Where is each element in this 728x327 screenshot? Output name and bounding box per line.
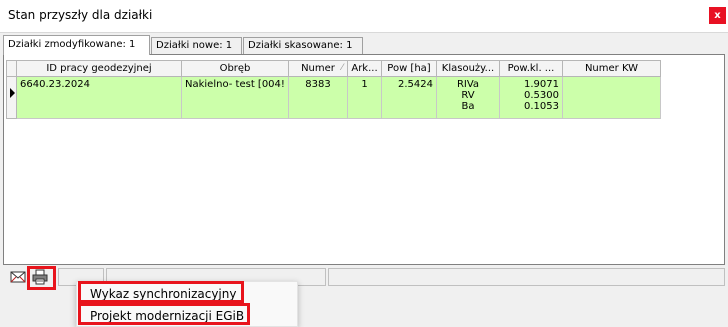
envelope-icon (10, 271, 26, 283)
tab-dzialki-zmodyfikowane[interactable]: Działki zmodyfikowane: 1 (3, 35, 150, 55)
print-context-menu: Wykaz synchronizacyjny Projekt moderniza… (76, 281, 298, 327)
pow-kl-value: 0.1053 (524, 101, 559, 112)
klasouzytek-value: RV (461, 90, 475, 101)
tab-dzialki-nowe[interactable]: Działki nowe: 1 (151, 37, 242, 55)
pow-kl-value: 0.5300 (524, 90, 559, 101)
column-header-id-pracy[interactable]: ID pracy geodezyjnej (17, 60, 182, 77)
parcels-grid[interactable]: ID pracy geodezyjnej Obręb Numer ⁄ Ark..… (6, 60, 720, 262)
column-header-numer-kw[interactable]: Numer KW (563, 60, 661, 77)
pow-kl-value: 1.9071 (524, 79, 559, 90)
column-header-numer[interactable]: Numer ⁄ (289, 60, 348, 77)
close-button[interactable]: x (709, 7, 726, 24)
klasouzytek-value: Ba (461, 101, 475, 112)
window-title: Stan przyszły dla działki (8, 8, 153, 22)
column-header-pow[interactable]: Pow [ha] (382, 60, 437, 77)
column-header-pow-kl[interactable]: Pow.kl. ... (500, 60, 563, 77)
cell-pow-kl[interactable]: 1.9071 0.5300 0.1053 (500, 77, 563, 119)
column-header-obreb[interactable]: Obręb (182, 60, 289, 77)
table-row[interactable]: 6640.23.2024 Nakielno- test [004! 8383 1… (6, 77, 720, 119)
current-row-arrow-icon (10, 88, 15, 98)
header-row-indicator (6, 60, 17, 77)
title-bar: Stan przyszły dla działki x (0, 0, 728, 32)
column-header-arkusz[interactable]: Ark... (348, 60, 382, 77)
printer-icon (32, 269, 48, 285)
cell-id-pracy[interactable]: 6640.23.2024 (17, 77, 182, 119)
cell-numer-kw[interactable] (563, 77, 661, 119)
menu-item-wykaz-synchronizacyjny[interactable]: Wykaz synchronizacyjny (77, 283, 299, 305)
grid-header: ID pracy geodezyjnej Obręb Numer ⁄ Ark..… (6, 60, 720, 77)
tab-dzialki-skasowane[interactable]: Działki skasowane: 1 (243, 37, 363, 55)
print-button[interactable] (30, 267, 50, 287)
cell-numer[interactable]: 8383 (289, 77, 348, 119)
email-button[interactable] (8, 267, 28, 287)
menu-item-projekt-modernizacji[interactable]: Projekt modernizacji EGiB (77, 305, 299, 327)
tab-strip: Działki zmodyfikowane: 1 Działki nowe: 1… (0, 34, 728, 55)
cell-obreb[interactable]: Nakielno- test [004! (182, 77, 289, 119)
sort-arrow-icon: ⁄ (341, 63, 343, 73)
row-indicator (6, 77, 17, 119)
cell-arkusz[interactable]: 1 (348, 77, 382, 119)
klasouzytek-value: RIVa (456, 79, 480, 90)
cell-pow[interactable]: 2.5424 (382, 77, 437, 119)
status-panel-3 (328, 268, 725, 286)
cell-klasouzytki[interactable]: RIVa RV Ba (437, 77, 500, 119)
column-header-klasouzytki[interactable]: Klasouży... (437, 60, 500, 77)
column-header-numer-label: Numer (301, 63, 335, 74)
